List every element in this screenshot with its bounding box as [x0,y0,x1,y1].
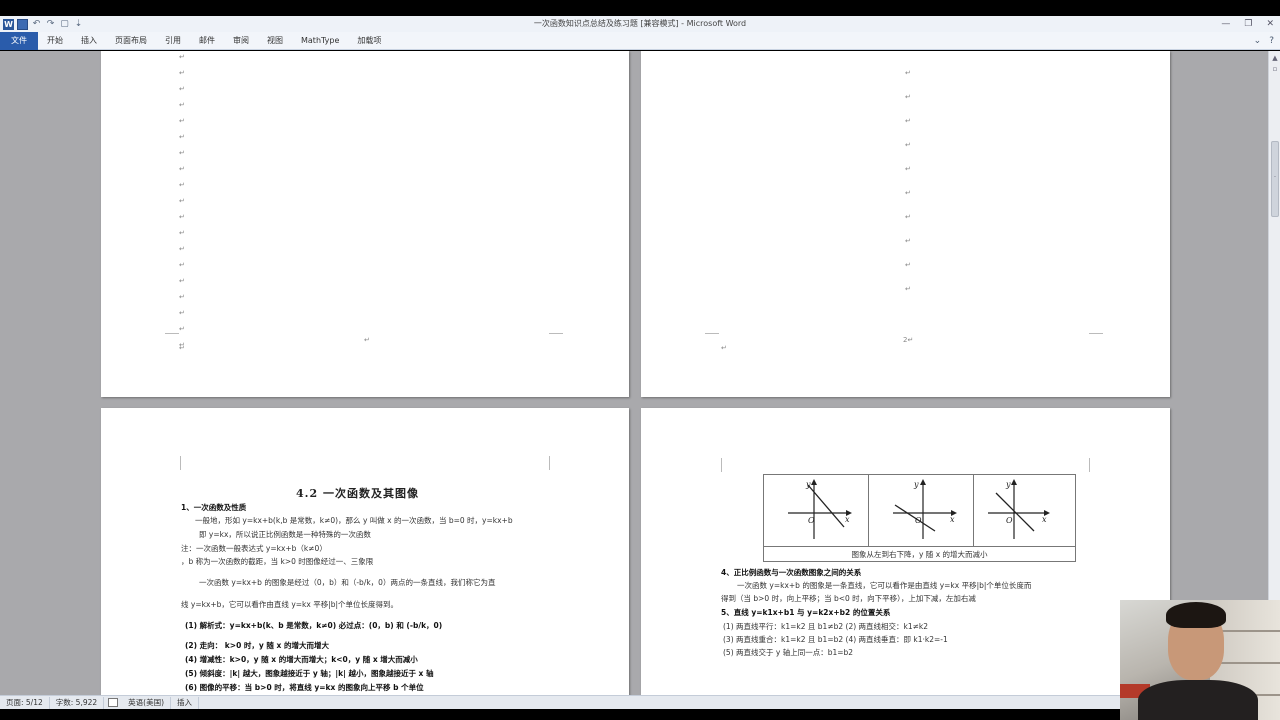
origin-label: O [808,516,815,525]
margin-corner-mark [180,456,181,470]
presenter-body [1138,680,1258,720]
title-bar: W ↶ ↷ ▢ ⇣ 一次函数知识点总结及练习题 [兼容模式] - Microso… [0,16,1280,32]
x-axis-label: x [950,515,955,524]
tab-review[interactable]: 审阅 [224,32,258,50]
ruler-toggle-icon[interactable]: ▫ [1271,65,1279,73]
language-status[interactable]: 英语(美国) [122,696,172,709]
x-axis-label: x [1042,515,1047,524]
tab-addins[interactable]: 加载项 [348,32,390,50]
window-title: 一次函数知识点总结及练习题 [兼容模式] - Microsoft Word [533,19,747,28]
section-title: 4.2 一次函数及其图像 [296,487,419,500]
scroll-up-icon[interactable]: ▲ [1271,54,1279,62]
graph-cell: y x O [764,475,869,546]
text-line: 即 y=kx，所以说正比例函数是一种特殊的一次函数 [199,530,371,539]
text-line: (5) 倾斜度：|k| 越大，图象越接近于 y 轴；|k| 越小，图象越接近于 … [185,669,434,678]
webcam-overlay [1120,600,1280,720]
minimize-button[interactable]: — [1221,19,1230,29]
text-line: 4、正比例函数与一次函数图象之间的关系 [721,568,862,577]
margin-corner-mark [1089,333,1103,334]
paragraph-mark: ↵ [179,344,185,352]
scroll-marker-icon: · [1273,173,1277,181]
text-line: 一次函数 y=kx+b 的图象是经过（0，b）和（-b/k，0）两点的一条直线，… [199,578,496,587]
text-line: (3) 两直线重合：k1=k2 且 b1=b2 (4) 两直线垂直：即 k1·k… [723,635,948,644]
restore-button[interactable]: ❐ [1244,19,1252,29]
decreasing-line-graph-2: y x O [893,479,957,539]
text-line: (6) 图像的平移：当 b>0 时，将直线 y=kx 的图象向上平移 b 个单位 [185,683,424,692]
text-line: 1、一次函数及性质 [181,503,247,512]
tab-file[interactable]: 文件 [0,31,38,50]
y-axis-label: y [805,480,811,489]
tab-home[interactable]: 开始 [38,32,72,50]
origin-label: O [1006,516,1013,525]
minimize-ribbon-icon[interactable]: ⌄ [1254,36,1262,46]
margin-corner-mark [549,456,550,470]
word-count-status[interactable]: 字数: 5,922 [50,696,105,709]
word-app-icon[interactable]: W [3,18,14,30]
page-number-footer: 2↵ [903,336,914,344]
tab-references[interactable]: 引用 [156,32,190,50]
decreasing-line-graph-3: y x O [988,479,1050,539]
tab-page-layout[interactable]: 页面布局 [106,32,156,50]
tab-mathtype[interactable]: MathType [292,32,348,50]
redo-icon[interactable]: ↷ [45,19,56,30]
text-line: 一般地，形如 y=kx+b(k,b 是常数，k≠0)，那么 y 叫做 x 的一次… [195,516,513,525]
help-icon[interactable]: ? [1269,36,1274,46]
text-line: (4) 增减性：k>0，y 随 x 的增大而增大；k<0，y 随 x 增大而减小 [185,655,418,664]
ribbon-right-controls: ⌄ ? [1254,32,1274,50]
decreasing-line-graph-1: y x O [788,479,852,539]
origin-label: O [915,516,922,525]
presenter-hair [1166,602,1226,628]
page-top-right[interactable]: ↵ ↵ ↵ ↵ ↵ ↵ ↵ ↵ ↵ ↵ 2↵ ↵ [641,51,1170,397]
paragraph-marks-column: ↵ ↵ ↵ ↵ ↵ ↵ ↵ ↵ ↵ ↵ [905,69,911,293]
graph-row: y x O y x O y x O [764,475,1075,547]
status-bar: 页面: 5/12 字数: 5,922 英语(美国) 插入 [0,695,1280,709]
vertical-scrollbar[interactable]: ▲ ▫ · [1268,51,1280,695]
text-line: 注：一次函数一般表达式 y=kx+b（k≠0） [181,544,327,553]
text-line: 一次函数 y=kx+b 的图象是一条直线，它可以看作是由直线 y=kx 平移|b… [737,581,1032,590]
y-axis-label: y [913,480,919,489]
margin-corner-mark [165,333,179,334]
document-workspace[interactable]: ↵ ↵ ↵ ↵ ↵ ↵ ↵ ↵ ↵ ↵ ↵ ↵ ↵ ↵ ↵ ↵ ↵ ↵ ↵ ↵ ↵ ↵ ↵ ↵ ↵ ↵ ↵ ↵ ↵ ↵ ↵ 2↵ ↵ … [0,51,1268,695]
paragraph-mark: ↵ [721,344,727,352]
x-axis-label: x [845,515,850,524]
page-number-footer: ↵ [364,336,370,344]
page-top-left[interactable]: ↵ ↵ ↵ ↵ ↵ ↵ ↵ ↵ ↵ ↵ ↵ ↵ ↵ ↵ ↵ ↵ ↵ ↵ ↵ ↵ ↵ [101,51,629,397]
tab-insert[interactable]: 插入 [72,32,106,50]
tab-view[interactable]: 视图 [258,32,292,50]
customize-toolbar-icon[interactable]: ⇣ [73,19,84,30]
graph-cell: y x O [974,475,1078,546]
margin-corner-mark [705,333,719,334]
paragraph-marks-column: ↵ ↵ ↵ ↵ ↵ ↵ ↵ ↵ ↵ ↵ ↵ ↵ ↵ ↵ ↵ ↵ ↵ ↵ ↵ [179,53,185,349]
insert-mode-status[interactable]: 插入 [171,696,200,709]
y-axis-label: y [1005,480,1011,489]
graph-caption: 图象从左到右下降，y 随 x 的增大而减小 [851,550,988,559]
function-graph-table: y x O y x O y x O 图象从左到右下降，y 随 x 的增大而减小 [763,474,1076,562]
quick-access-toolbar: W ↶ ↷ ▢ ⇣ [0,16,84,32]
page-bottom-right[interactable]: y x O y x O y x O 图象从左到右下降，y 随 x 的增大而减小 … [641,408,1170,695]
save-icon[interactable] [17,18,28,30]
margin-corner-mark [1089,458,1090,472]
undo-icon[interactable]: ↶ [31,19,42,30]
margin-corner-mark [549,333,563,334]
graph-cell: y x O [869,475,974,546]
page-count-status[interactable]: 页面: 5/12 [0,696,50,709]
text-line: (5) 两直线交于 y 轴上同一点：b1=b2 [723,648,854,657]
text-line: (1) 解析式：y=kx+b(k、b 是常数，k≠0) 必过点：(0，b) 和 … [185,621,443,630]
tab-mailings[interactable]: 邮件 [190,32,224,50]
ribbon-tab-bar: 文件 开始 插入 页面布局 引用 邮件 审阅 视图 MathType 加载项 ⌄… [0,31,1280,50]
close-button[interactable]: ✕ [1266,19,1274,29]
text-line: (2) 走向： k>0 时，y 随 x 的增大而增大 [185,641,329,650]
text-line: 5、直线 y=k1x+b1 与 y=k2x+b2 的位置关系 [721,608,891,617]
proofing-icon[interactable] [108,698,119,707]
text-line: (1) 两直线平行：k1=k2 且 b1≠b2 (2) 两直线相交：k1≠k2 [723,622,929,631]
new-document-icon[interactable]: ▢ [59,19,70,30]
page-bottom-left[interactable]: 4.2 一次函数及其图像 1、一次函数及性质 一般地，形如 y=kx+b(k,b… [101,408,629,695]
text-line: 得到（当 b>0 时，向上平移；当 b<0 时，向下平移），上加下减，左加右减 [721,594,976,603]
window-controls: — ❐ ✕ [1221,16,1274,32]
text-line: 线 y=kx+b，它可以看作由直线 y=kx 平移|b|个单位长度得到。 [181,600,399,609]
text-line: ，b 称为一次函数的截距，当 k>0 时图像经过一、三象限 [181,557,374,566]
margin-corner-mark [721,458,722,472]
